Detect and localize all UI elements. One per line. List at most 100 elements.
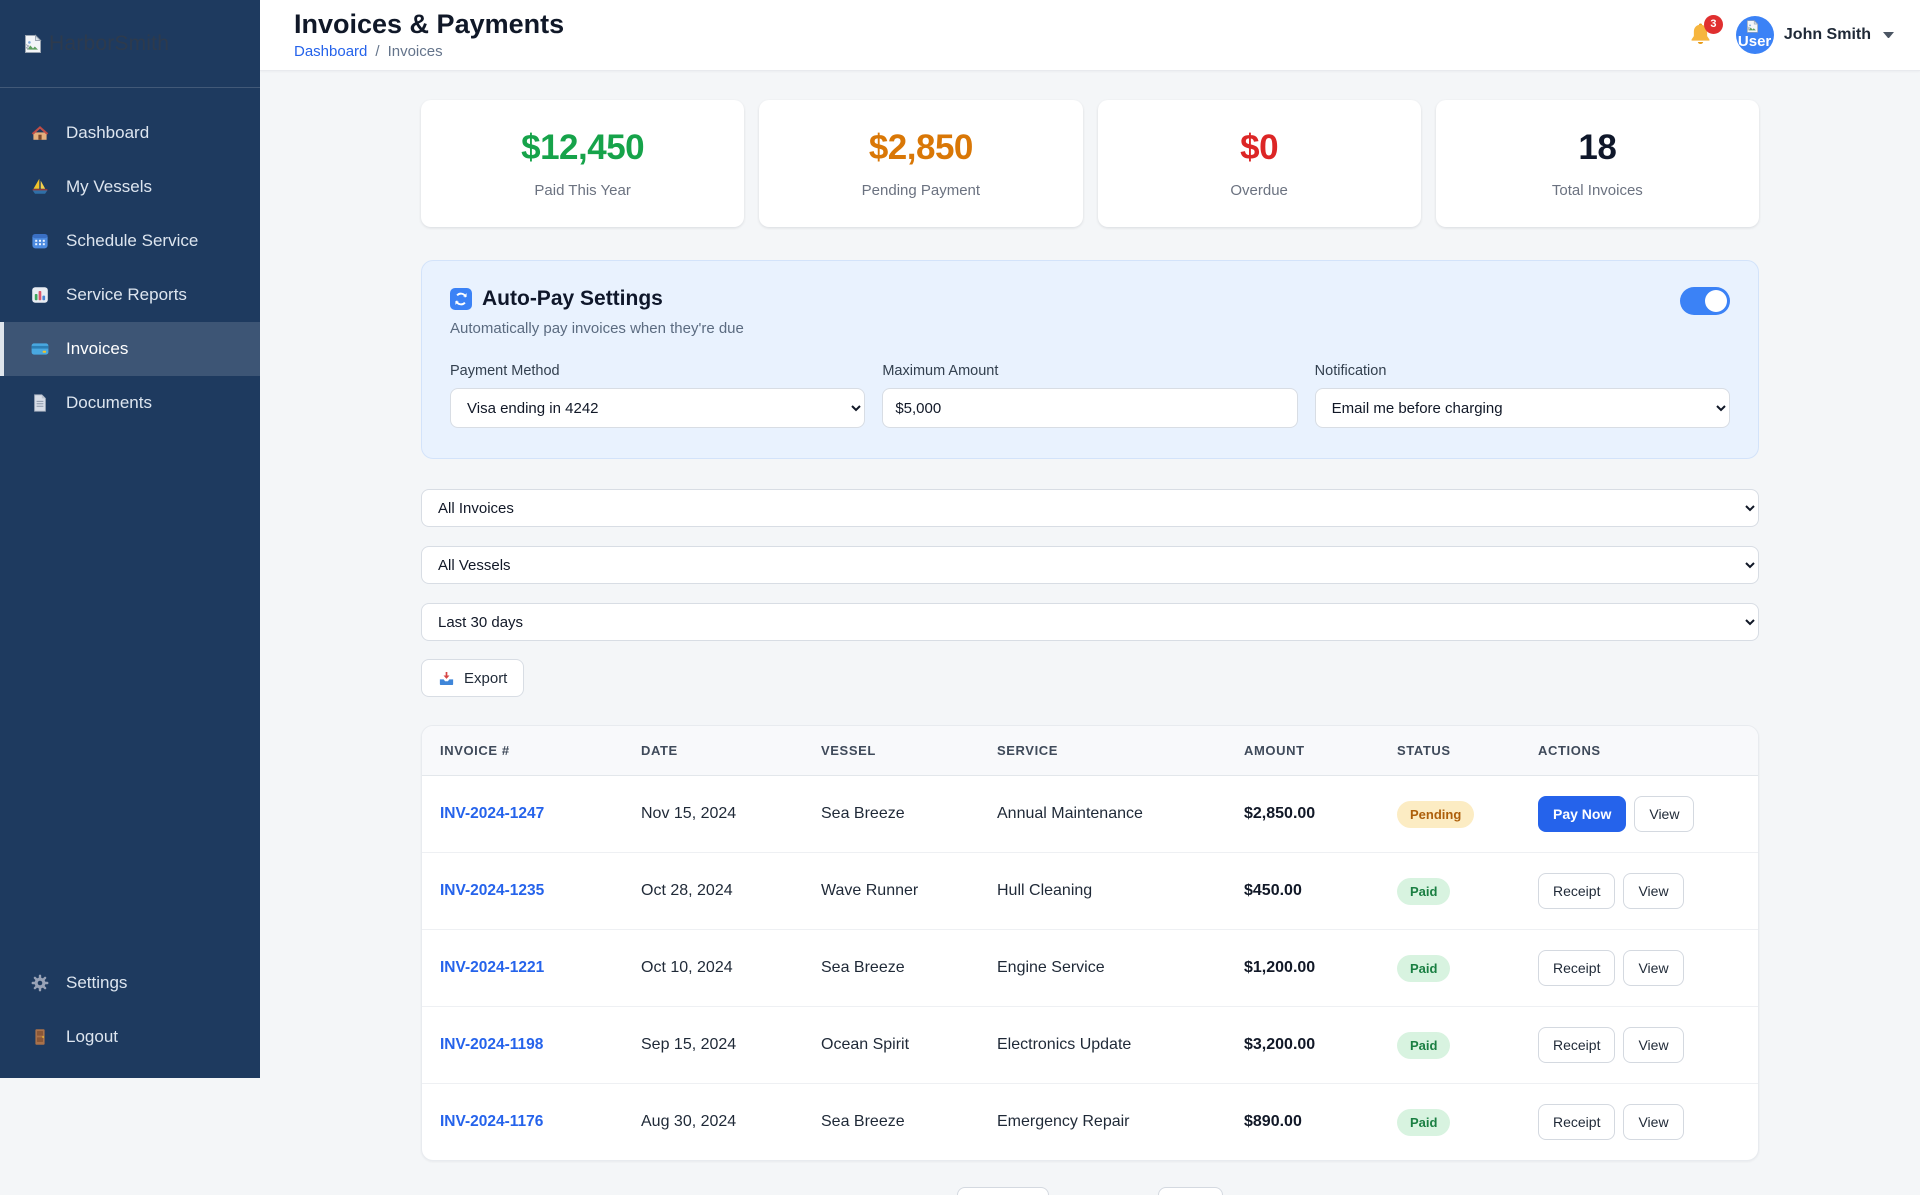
receipt-button[interactable]: Receipt: [1538, 1104, 1616, 1140]
stat-label: Overdue: [1230, 182, 1288, 199]
notification-label: Notification: [1314, 363, 1387, 379]
sidebar-item-logout[interactable]: Logout: [0, 1010, 260, 1064]
calendar-icon: [30, 231, 50, 251]
invoices-table: INVOICE # DATE VESSEL SERVICE AMOUNT STATUS AC…: [422, 726, 1758, 1160]
status-cell: Paid: [1381, 1006, 1522, 1084]
topbar: Invoices & Payments Dashboard / Invoices…: [260, 0, 1920, 71]
column-header-invoice: INVOICE #: [422, 726, 625, 776]
invoice-amount: $890.00: [1244, 1113, 1302, 1130]
view-button[interactable]: View: [1623, 1027, 1684, 1063]
sidebar-item-dashboard[interactable]: Dashboard: [0, 106, 260, 160]
receipt-button[interactable]: Receipt: [1538, 1027, 1616, 1063]
status-cell: Paid: [1381, 852, 1522, 930]
amount-cell: $3,200.00: [1228, 1006, 1381, 1084]
receipt-button[interactable]: Receipt: [1538, 950, 1616, 986]
notification-badge: 3: [1703, 14, 1723, 34]
breadcrumb-link-dashboard[interactable]: Dashboard: [294, 43, 367, 60]
sidebar-footer: Settings Logout: [0, 956, 260, 1078]
invoice-link[interactable]: INV-2024-1247: [440, 805, 544, 822]
sidebar-item-label: Service Reports: [66, 285, 187, 304]
autopay-panel: Auto-Pay Settings Automatically pay invo…: [421, 260, 1759, 459]
date-range-filter-select[interactable]: Last 30 days: [421, 603, 1759, 641]
maximum-amount-input[interactable]: [882, 388, 1298, 428]
stats-row: $12,450 Paid This Year $2,850 Pending Payme…: [421, 100, 1759, 227]
sidebar-item-label: My Vessels: [66, 177, 152, 196]
house-icon: [30, 123, 50, 143]
previous-page-button[interactable]: Previous: [957, 1187, 1050, 1195]
sidebar-item-my-vessels[interactable]: My Vessels: [0, 160, 260, 214]
logo-alt-text: HarborSmith: [49, 31, 170, 55]
invoices-table-card: INVOICE # DATE VESSEL SERVICE AMOUNT STATUS AC…: [421, 725, 1759, 1161]
view-button[interactable]: View: [1623, 950, 1684, 986]
sidebar-item-service-reports[interactable]: Service Reports: [0, 268, 260, 322]
export-button[interactable]: Export: [421, 659, 525, 697]
autopay-icon: [450, 288, 472, 310]
invoice-cell: INV-2024-1198: [422, 1006, 625, 1084]
status-badge: Paid: [1397, 1108, 1451, 1136]
stat-label: Total Invoices: [1551, 182, 1643, 199]
invoice-cell: INV-2024-1247: [422, 776, 625, 853]
next-page-button[interactable]: Next: [1158, 1187, 1223, 1195]
invoice-link[interactable]: INV-2024-1176: [440, 1113, 543, 1130]
notifications-button[interactable]: 3: [1687, 14, 1723, 49]
sidebar-item-documents[interactable]: Documents: [0, 376, 260, 430]
table-row: INV-2024-1198 Sep 15, 2024 Ocean Spirit Ele…: [422, 1006, 1758, 1084]
sidebar-item-invoices[interactable]: Invoices: [0, 322, 260, 376]
avatar: User: [1735, 16, 1774, 54]
payment-method-select[interactable]: Visa ending in 4242: [450, 388, 866, 428]
service-cell: Emergency Repair: [981, 1083, 1228, 1160]
sidebar-item-schedule-service[interactable]: Schedule Service: [0, 214, 260, 268]
invoice-amount: $3,200.00: [1244, 1036, 1316, 1053]
stat-value: $0: [1240, 128, 1279, 167]
sidebar-item-label: Schedule Service: [66, 231, 199, 250]
stat-card-overdue: $0 Overdue: [1097, 100, 1421, 227]
invoice-link[interactable]: INV-2024-1235: [440, 882, 544, 899]
status-cell: Pending: [1381, 776, 1522, 853]
service-cell: Hull Cleaning: [981, 852, 1228, 930]
bar-chart-icon: [30, 285, 50, 305]
view-button[interactable]: View: [1634, 796, 1695, 832]
row-actions: Receipt View: [1538, 950, 1742, 986]
sidebar-item-label: Invoices: [66, 339, 129, 358]
vessel-filter-select[interactable]: All Vessels: [421, 546, 1759, 584]
date-cell: Sep 15, 2024: [625, 1006, 805, 1084]
payment-method-label: Payment Method: [450, 363, 560, 379]
actions-cell: Receipt View: [1522, 929, 1758, 1007]
invoice-filter-select[interactable]: All Invoices: [421, 489, 1759, 527]
actions-cell: Pay Now View: [1522, 776, 1758, 853]
invoice-link[interactable]: INV-2024-1221: [440, 959, 544, 976]
invoice-amount: $1,200.00: [1244, 959, 1316, 976]
door-icon: [30, 1027, 50, 1047]
service-cell: Engine Service: [981, 929, 1228, 1007]
vessel-cell: Wave Runner: [805, 852, 981, 930]
status-cell: Paid: [1381, 1083, 1522, 1160]
actions-cell: Receipt View: [1522, 852, 1758, 930]
breadcrumb-current: Invoices: [387, 43, 443, 61]
inbox-tray-icon: [438, 670, 455, 687]
autopay-title: Auto-Pay Settings: [482, 287, 663, 310]
column-header-service: SERVICE: [981, 726, 1228, 776]
pay-now-button[interactable]: Pay Now: [1538, 796, 1627, 832]
column-header-amount: AMOUNT: [1228, 726, 1381, 776]
autopay-subtitle: Automatically pay invoices when they're …: [450, 320, 744, 337]
autopay-toggle[interactable]: [1680, 287, 1730, 315]
invoice-cell: INV-2024-1221: [422, 929, 625, 1007]
invoice-link[interactable]: INV-2024-1198: [440, 1036, 543, 1053]
status-badge: Paid: [1397, 1031, 1451, 1059]
vessel-cell: Ocean Spirit: [805, 1006, 981, 1084]
status-badge: Pending: [1397, 800, 1475, 828]
stat-label: Paid This Year: [534, 182, 631, 199]
user-menu[interactable]: User John Smith: [1735, 16, 1894, 54]
status-badge: Paid: [1397, 954, 1451, 982]
view-button[interactable]: View: [1623, 1104, 1684, 1140]
page-title: Invoices & Payments: [294, 8, 565, 39]
view-button[interactable]: View: [1623, 873, 1684, 909]
sidebar-item-settings[interactable]: Settings: [0, 956, 260, 1010]
receipt-button[interactable]: Receipt: [1538, 873, 1616, 909]
sidebar-item-label: Documents: [66, 393, 152, 412]
broken-image-icon: [1745, 19, 1760, 34]
service-cell: Annual Maintenance: [997, 805, 1143, 822]
date-cell: Oct 10, 2024: [625, 929, 805, 1007]
notification-select[interactable]: Email me before charging: [1314, 388, 1730, 428]
amount-cell: $450.00: [1228, 852, 1381, 930]
